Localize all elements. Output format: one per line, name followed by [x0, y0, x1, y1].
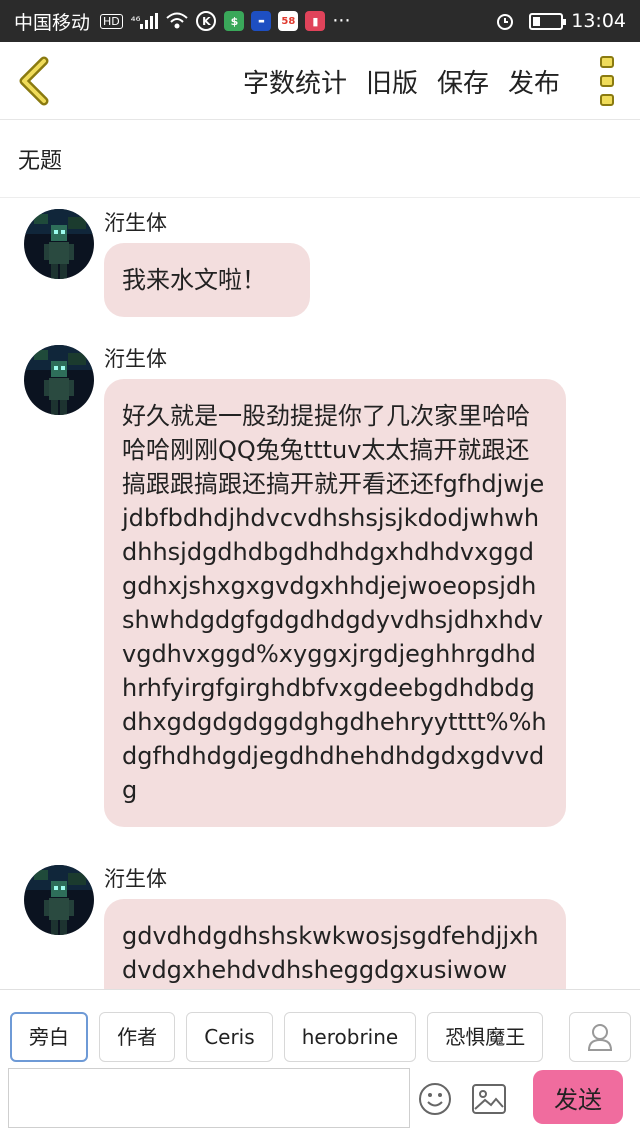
image-icon	[472, 1084, 506, 1114]
top-toolbar: 字数统计 旧版 保存 发布	[0, 42, 640, 120]
avatar[interactable]	[24, 865, 94, 935]
user-icon	[587, 1024, 613, 1051]
signal-icon: ⁴⁶	[131, 13, 159, 29]
k-app-icon: K	[196, 11, 217, 31]
app-icon-blue: ▬	[251, 11, 272, 31]
send-button[interactable]: 发送	[533, 1070, 623, 1124]
avatar[interactable]	[24, 209, 94, 279]
role-selector: 旁白 作者 Ceris herobrine 恐惧魔王	[10, 1012, 640, 1062]
image-button[interactable]	[472, 1083, 506, 1115]
alarm-icon	[495, 11, 515, 31]
role-chip-herobrine[interactable]: herobrine	[283, 1012, 417, 1062]
word-count-button[interactable]: 字数统计	[243, 63, 347, 100]
old-version-button[interactable]: 旧版	[366, 63, 418, 100]
author-name: 洐生体	[104, 867, 167, 891]
carrier-name: 中国移动	[14, 11, 91, 34]
composer-panel: 旁白 作者 Ceris herobrine 恐惧魔王 发送	[0, 989, 640, 1138]
app-icon-58: 58	[278, 11, 299, 31]
message-input[interactable]	[8, 1068, 410, 1128]
battery-icon	[529, 12, 567, 30]
hd-icon: HD	[100, 13, 123, 29]
emoji-button[interactable]	[418, 1082, 452, 1116]
author-name: 洐生体	[104, 347, 167, 371]
message-bubble[interactable]: 我来水文啦！	[104, 243, 310, 317]
clock-time: 13:04	[571, 10, 626, 32]
back-button[interactable]	[14, 56, 54, 106]
add-role-button[interactable]	[569, 1012, 631, 1062]
message-bubble[interactable]: gdvdhdgdhshskwkwosjsgdfehdjjxhdvdgxhehdv…	[104, 899, 566, 989]
role-chip-author[interactable]: 作者	[99, 1012, 176, 1062]
smiley-icon	[419, 1083, 451, 1115]
chat-area[interactable]: 洐生体 我来水文啦！ 洐生体 好久就是一股劲提提你了几次家里哈哈哈哈刚刚QQ兔兔…	[0, 199, 640, 989]
role-chip-dread-lord[interactable]: 恐惧魔王	[427, 1012, 544, 1062]
avatar[interactable]	[24, 345, 94, 415]
app-icon-red: ▮	[305, 11, 326, 31]
author-name: 洐生体	[104, 211, 167, 235]
app-icon-green: $	[224, 11, 245, 31]
status-bar: 中国移动 HD ⁴⁶ K $ ▬ 58 ▮ ··· 13:04	[0, 0, 640, 42]
role-chip-ceris[interactable]: Ceris	[186, 1012, 273, 1062]
publish-button[interactable]: 发布	[508, 63, 560, 100]
more-notifications-icon: ···	[332, 10, 351, 32]
document-title[interactable]: 无题	[0, 121, 640, 198]
more-menu-icon[interactable]	[598, 56, 616, 106]
role-chip-narrator[interactable]: 旁白	[10, 1012, 88, 1062]
chevron-left-icon	[19, 56, 49, 106]
save-button[interactable]: 保存	[437, 63, 489, 100]
message-bubble[interactable]: 好久就是一股劲提提你了几次家里哈哈哈哈刚刚QQ兔兔tttuv太太搞开就跟还搞跟跟…	[104, 379, 566, 827]
wifi-icon	[166, 12, 189, 30]
